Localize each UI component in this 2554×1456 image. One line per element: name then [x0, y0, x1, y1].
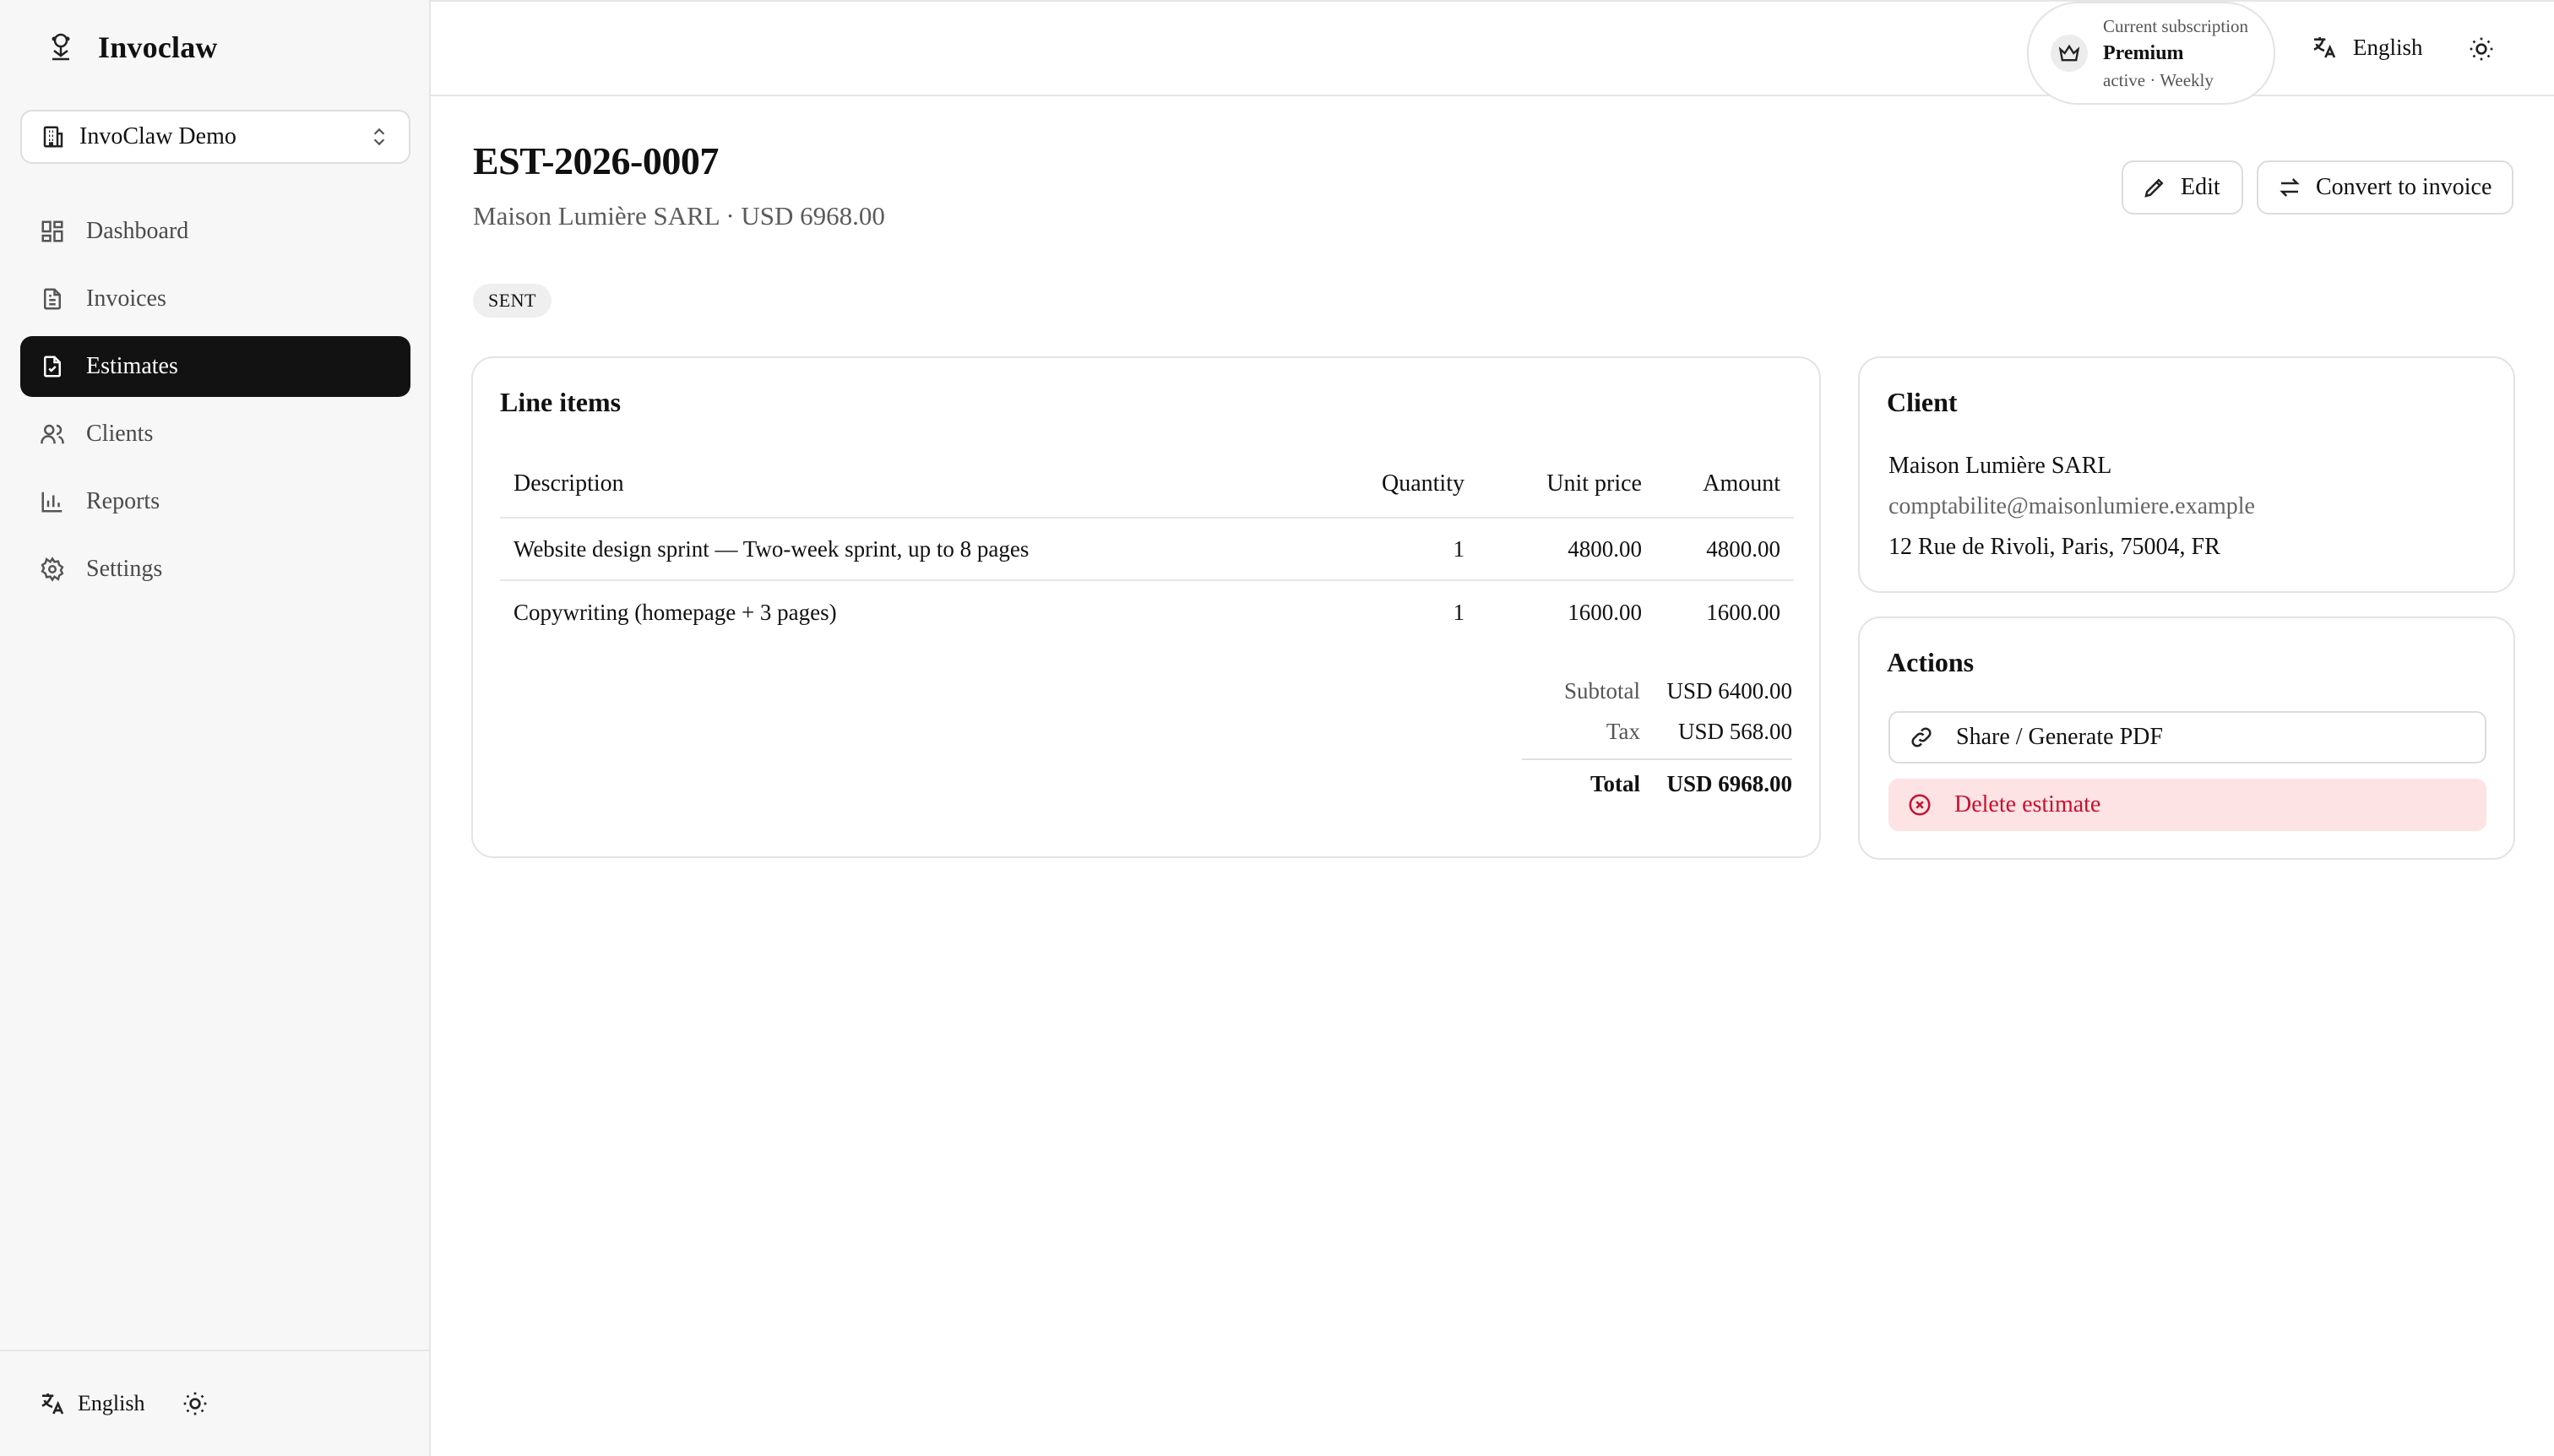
cell-quantity: 1: [1453, 599, 1465, 625]
sidebar-item-label: Invoices: [86, 285, 166, 312]
subtotal-label: Subtotal: [1563, 677, 1640, 704]
page-title: EST-2026-0007: [473, 139, 719, 182]
cell-description: Website design sprint — Two-week sprint,…: [514, 535, 1030, 562]
crown-icon: [2051, 35, 2088, 72]
subscription-plan: Premium: [2103, 42, 2184, 64]
header-unit-price: Unit price: [1546, 470, 1642, 497]
sidebar-item-invoices[interactable]: Invoices: [20, 269, 410, 329]
client-card: Client Maison Lumière SARL comptabilite@…: [1858, 356, 2515, 593]
share-pdf-button[interactable]: Share / Generate PDF: [1888, 711, 2486, 763]
x-circle-icon: [1907, 792, 1932, 818]
client-address: 12 Rue de Rivoli, Paris, 75004, FR: [1888, 534, 2220, 560]
line-items-card: Line items Description Quantity Unit pri…: [471, 356, 1821, 858]
language-label: English: [2353, 34, 2423, 60]
sun-icon[interactable]: [2468, 35, 2495, 62]
subscription-pill[interactable]: Current subscription Premium active · We…: [2027, 2, 2275, 105]
subtotal-value: USD 6400.00: [1666, 677, 1792, 704]
dashboard-icon: [39, 218, 66, 245]
arrows-swap-icon: [2277, 175, 2302, 200]
cell-unit-price: 1600.00: [1568, 599, 1642, 625]
cell-quantity: 1: [1453, 535, 1465, 562]
convert-label: Convert to invoice: [2316, 174, 2492, 200]
delete-label: Delete estimate: [1954, 791, 2101, 818]
edit-label: Edit: [2181, 174, 2220, 200]
actions-card: Actions Share / Generate PDF Delete esti…: [1858, 617, 2515, 860]
tax-value: USD 568.00: [1677, 718, 1792, 744]
cell-amount: 1600.00: [1706, 599, 1780, 625]
total-value: USD 6968.00: [1666, 770, 1792, 796]
line-items-title: Line items: [500, 387, 622, 417]
actions-title: Actions: [1887, 647, 1975, 677]
chevron-up-down-icon: [368, 126, 390, 148]
tax-label: Tax: [1606, 718, 1640, 744]
table-row: Copywriting (homepage + 3 pages) 1 1600.…: [500, 581, 1794, 644]
sidebar-item-label: Clients: [86, 421, 154, 447]
sidebar-item-label: Settings: [86, 556, 163, 582]
link-icon: [1909, 725, 1934, 750]
sun-icon[interactable]: [182, 1390, 209, 1417]
table-row: Website design sprint — Two-week sprint,…: [500, 519, 1794, 581]
subscription-status: active · Weekly: [2103, 70, 2214, 90]
gear-icon: [39, 556, 66, 583]
translate-icon: [2311, 34, 2338, 61]
pencil-icon: [2142, 175, 2167, 200]
sidebar-item-estimates[interactable]: Estimates: [20, 336, 410, 397]
sidebar-nav: Dashboard Invoices Estimates Clients Rep…: [20, 201, 410, 606]
sidebar-item-label: Reports: [86, 488, 160, 514]
file-text-icon: [39, 285, 66, 312]
sidebar-item-dashboard[interactable]: Dashboard: [20, 201, 410, 262]
page-subtitle: Maison Lumière SARL · USD 6968.00: [473, 201, 885, 231]
language-switch-top[interactable]: English: [2311, 34, 2423, 61]
total-label: Total: [1589, 770, 1640, 796]
cell-unit-price: 4800.00: [1568, 535, 1642, 562]
table-header: Description Quantity Unit price Amount: [500, 451, 1794, 519]
client-name: Maison Lumière SARL: [1888, 453, 2112, 479]
sidebar-item-reports[interactable]: Reports: [20, 471, 410, 532]
cell-description: Copywriting (homepage + 3 pages): [514, 599, 837, 625]
client-email: comptabilite@maisonlumiere.example: [1888, 493, 2255, 519]
sidebar-item-label: Dashboard: [86, 218, 189, 244]
lobster-logo-icon: [41, 27, 81, 68]
translate-icon[interactable]: [39, 1390, 66, 1417]
line-items-table: Description Quantity Unit price Amount W…: [500, 451, 1794, 644]
edit-button[interactable]: Edit: [2122, 160, 2243, 215]
sidebar: Invoclaw InvoClaw Demo Dashboard Invoice…: [0, 0, 431, 1456]
subscription-label: Current subscription: [2103, 16, 2249, 36]
top-bar: Current subscription Premium active · We…: [431, 0, 2554, 105]
subscription-info: Current subscription Premium active · We…: [2103, 14, 2248, 93]
file-check-icon: [39, 353, 66, 380]
tax-row: Tax USD 568.00: [1522, 711, 1792, 752]
header-amount: Amount: [1703, 470, 1780, 497]
convert-to-invoice-button[interactable]: Convert to invoice: [2257, 160, 2513, 215]
brand[interactable]: Invoclaw: [41, 27, 218, 68]
header-description: Description: [514, 470, 624, 497]
sidebar-footer: English: [0, 1350, 431, 1456]
sidebar-item-clients[interactable]: Clients: [20, 404, 410, 465]
building-icon: [41, 124, 66, 149]
organization-select[interactable]: InvoClaw Demo: [20, 110, 410, 164]
subtotal-row: Subtotal USD 6400.00: [1522, 671, 1792, 711]
sidebar-item-settings[interactable]: Settings: [20, 539, 410, 600]
client-title: Client: [1887, 387, 1958, 417]
header-quantity: Quantity: [1382, 470, 1464, 497]
organization-name: InvoClaw Demo: [79, 123, 236, 149]
cell-amount: 4800.00: [1706, 535, 1780, 562]
total-row: Total USD 6968.00: [1522, 758, 1792, 807]
sidebar-item-label: Estimates: [86, 353, 178, 379]
share-label: Share / Generate PDF: [1956, 724, 2163, 750]
delete-estimate-button[interactable]: Delete estimate: [1888, 779, 2486, 831]
bar-chart-icon: [39, 488, 66, 515]
totals-block: Subtotal USD 6400.00 Tax USD 568.00 Tota…: [1522, 671, 1792, 807]
status-badge: SENT: [473, 284, 552, 318]
language-switch[interactable]: English: [78, 1391, 144, 1416]
app-name: Invoclaw: [98, 30, 218, 64]
users-icon: [39, 421, 66, 448]
